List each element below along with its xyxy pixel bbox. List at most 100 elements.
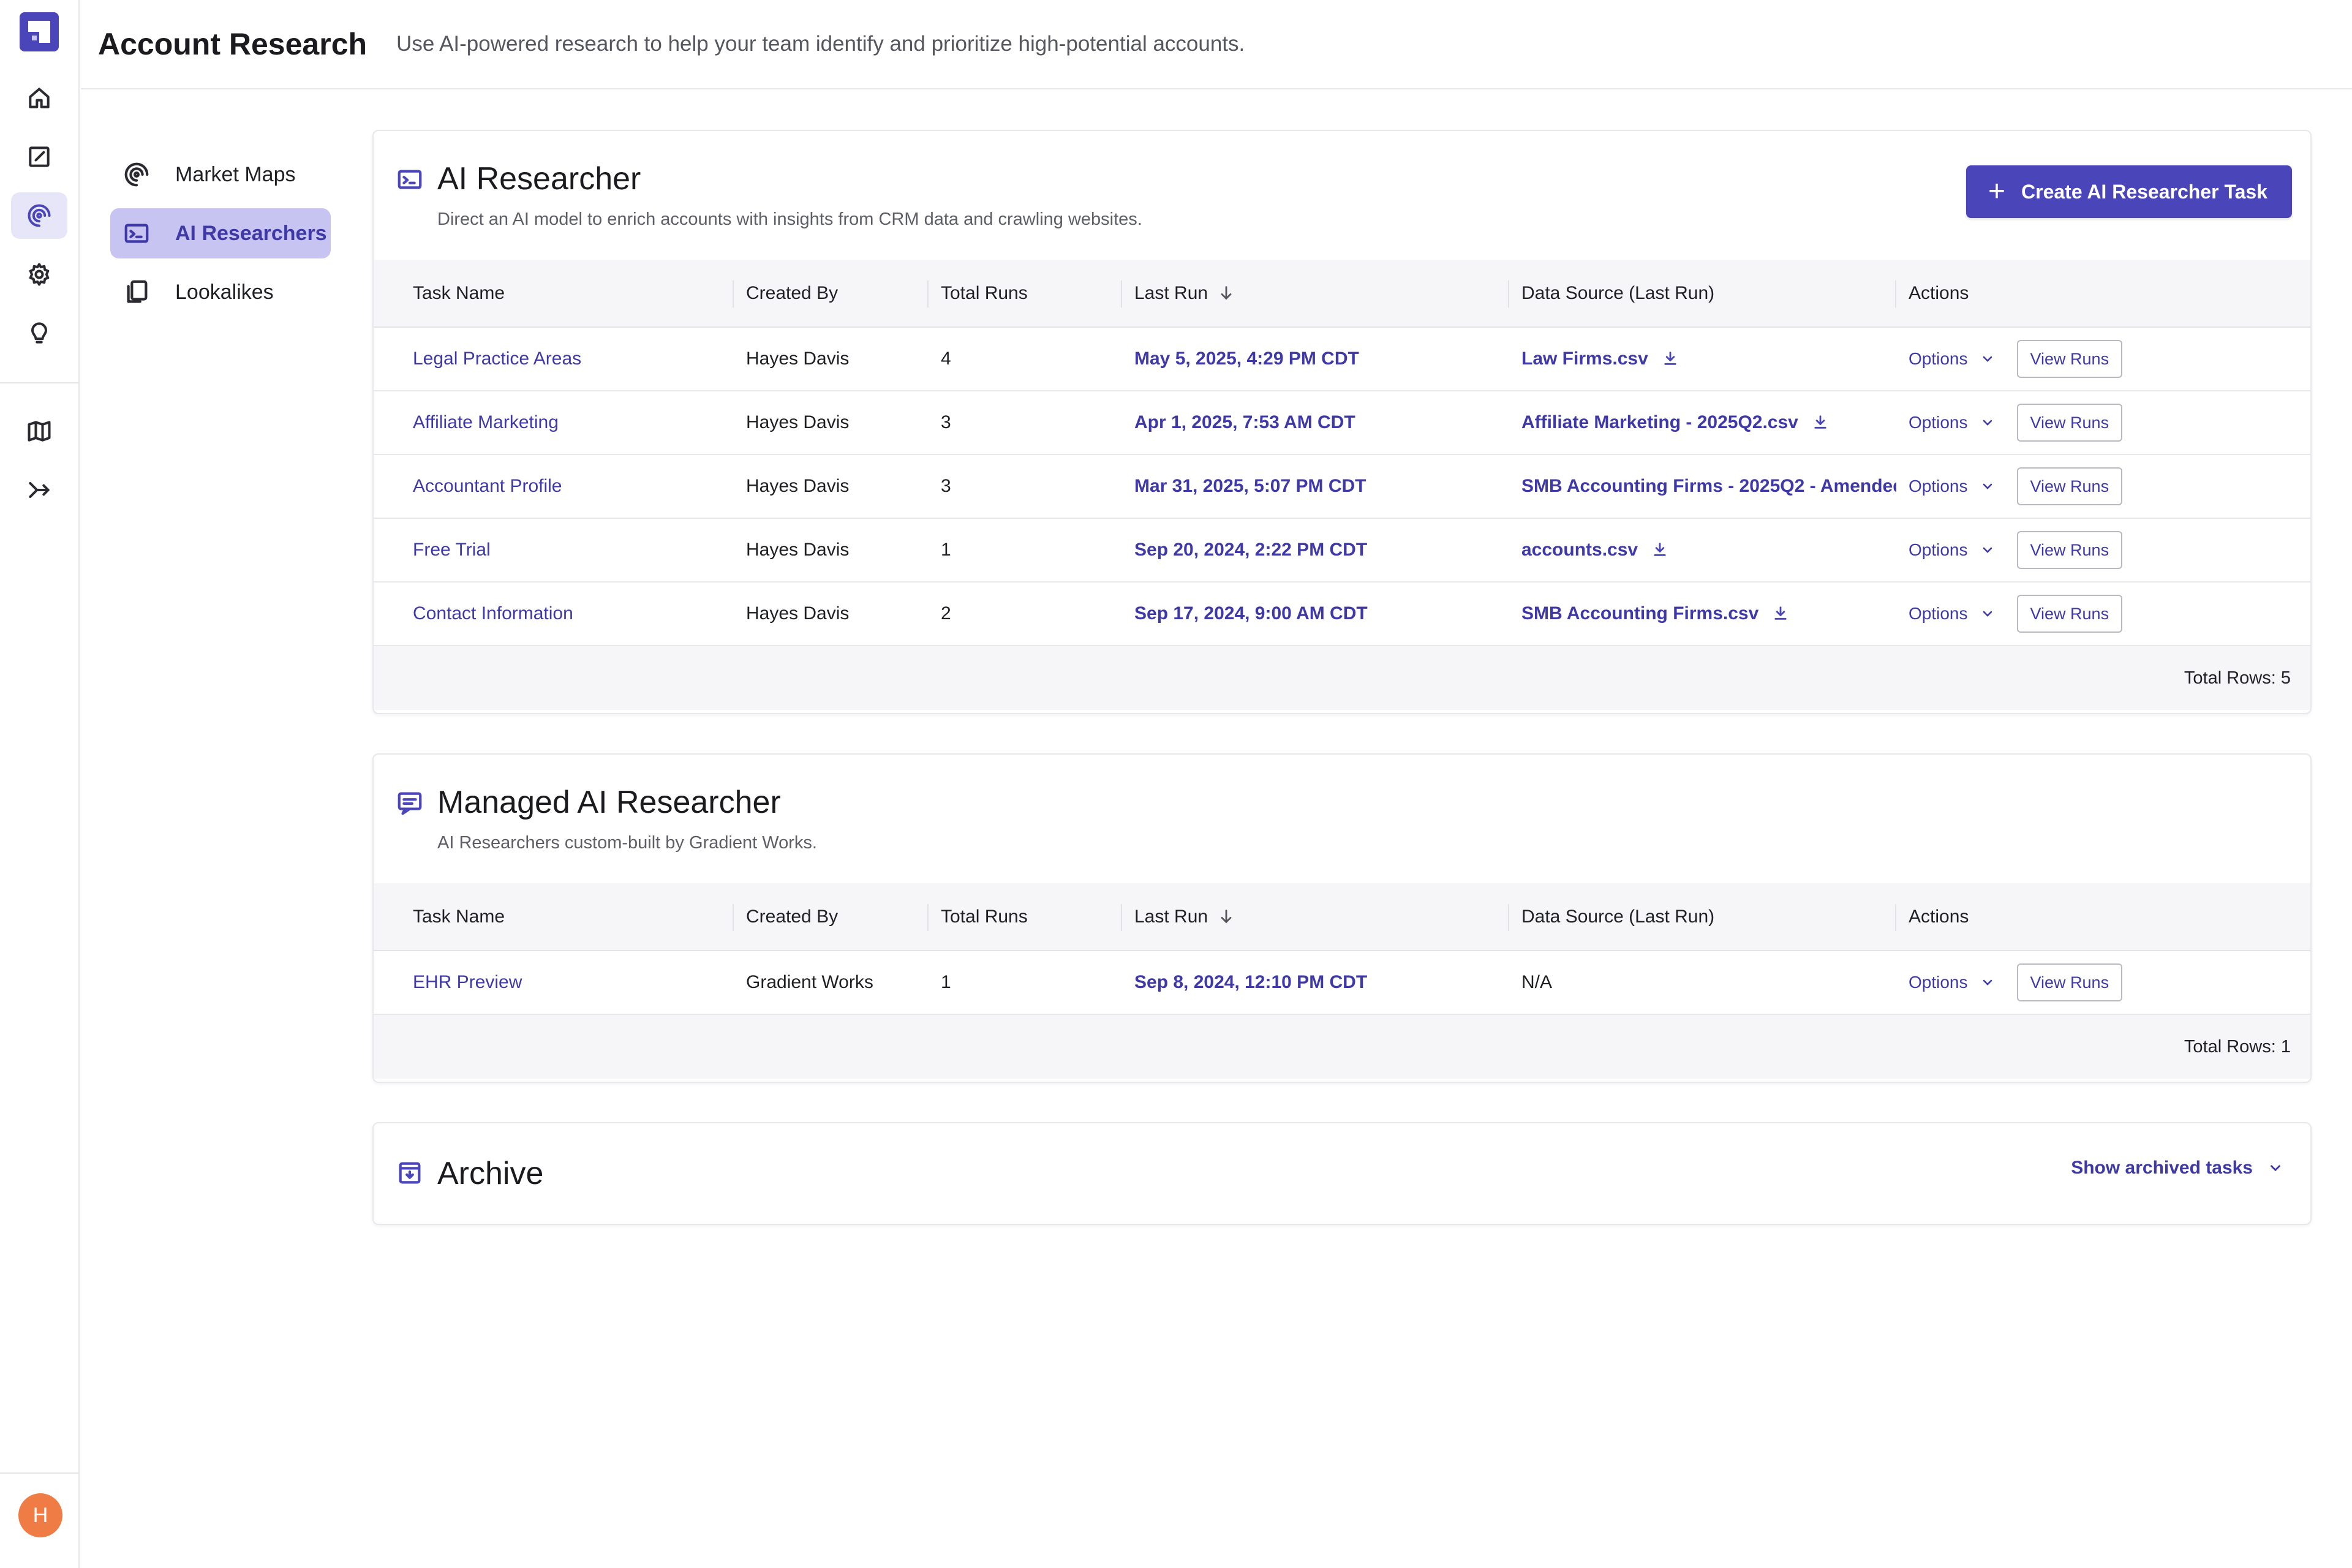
total-runs-cell: 4 <box>929 327 1122 391</box>
options-label: Options <box>1909 603 1968 623</box>
data-source-link[interactable]: accounts.csv <box>1521 540 1638 560</box>
options-dropdown[interactable]: Options <box>1909 540 1995 560</box>
data-source-cell: Affiliate Marketing - 2025Q2.csv <box>1509 391 1896 455</box>
avatar[interactable]: H <box>18 1493 62 1537</box>
download-icon[interactable] <box>1651 541 1668 558</box>
rail-divider-bottom <box>0 1472 80 1474</box>
notepad-icon[interactable] <box>11 134 67 180</box>
view-runs-button[interactable]: View Runs <box>2016 963 2123 1001</box>
lightbulb-icon[interactable] <box>11 310 67 356</box>
view-runs-button[interactable]: View Runs <box>2016 595 2123 633</box>
column-header[interactable]: Data Source (Last Run) <box>1509 883 1896 951</box>
total-runs-cell: 3 <box>929 454 1122 519</box>
view-runs-button[interactable]: View Runs <box>2016 467 2123 505</box>
table-row: Affiliate Marketing Hayes Davis 3 Apr 1, 20… <box>374 391 2310 455</box>
total-runs-cell: 2 <box>929 582 1122 646</box>
total-runs-cell: 1 <box>929 518 1122 582</box>
terminal-icon <box>396 165 424 194</box>
column-header[interactable]: Task Name <box>374 883 734 951</box>
show-archived-toggle[interactable]: Show archived tasks <box>2071 1158 2283 1178</box>
created-by-cell: Hayes Davis <box>734 391 929 455</box>
last-run-link[interactable]: May 5, 2025, 4:29 PM CDT <box>1122 327 1509 391</box>
data-source-link[interactable]: Affiliate Marketing - 2025Q2.csv <box>1521 412 1798 432</box>
page-title: Account Research <box>98 27 368 61</box>
created-by-cell: Hayes Davis <box>734 327 929 391</box>
options-label: Options <box>1909 349 1968 368</box>
view-runs-button[interactable]: View Runs <box>2016 531 2123 569</box>
options-dropdown[interactable]: Options <box>1909 604 1995 624</box>
options-label: Options <box>1909 476 1968 496</box>
sort-down-icon[interactable] <box>1218 284 1235 301</box>
download-icon[interactable] <box>1812 413 1829 431</box>
section-description: Direct an AI model to enrich accounts wi… <box>437 209 1142 229</box>
page-subtitle: Use AI-powered research to help your tea… <box>396 32 1245 56</box>
options-dropdown[interactable]: Options <box>1909 973 1995 992</box>
task-name-link[interactable]: Free Trial <box>374 518 734 582</box>
download-icon[interactable] <box>1772 605 1789 622</box>
view-runs-button[interactable]: View Runs <box>2016 404 2123 442</box>
section-title: AI Researcher <box>437 161 641 197</box>
chevron-down-icon <box>2271 1165 2280 1172</box>
section-title: Archive <box>437 1156 544 1191</box>
task-name-link[interactable]: Accountant Profile <box>374 454 734 519</box>
column-header[interactable]: Created By <box>734 883 929 951</box>
nav-item-label: AI Researchers <box>175 221 327 245</box>
total-rows: Total Rows: 1 <box>374 1015 2310 1079</box>
left-rail: H <box>0 0 80 1568</box>
archive-card: Archive Show archived tasks <box>372 1122 2312 1225</box>
chevron-down-icon <box>1983 420 1992 426</box>
options-label: Options <box>1909 972 1968 992</box>
data-source-link[interactable]: SMB Accounting Firms - 2025Q2 - Amended.… <box>1521 476 1896 496</box>
table-row: Free Trial Hayes Davis 1 Sep 20, 2024, 2:22… <box>374 518 2310 582</box>
section-nav: Market Maps AI Researchers Lookalikes <box>110 149 331 326</box>
last-run-link[interactable]: Sep 20, 2024, 2:22 PM CDT <box>1122 518 1509 582</box>
workflow-icon[interactable] <box>11 467 67 513</box>
tasks-table: Task Name Created By Total Runs Last Run… <box>374 260 2310 646</box>
options-label: Options <box>1909 412 1968 432</box>
last-run-link[interactable]: Sep 8, 2024, 12:10 PM CDT <box>1122 951 1509 1015</box>
options-dropdown[interactable]: Options <box>1909 349 1995 369</box>
options-dropdown[interactable]: Options <box>1909 413 1995 432</box>
actions-cell: Options View Runs <box>1896 391 2310 455</box>
create-task-button[interactable]: + Create AI Researcher Task <box>1966 165 2292 218</box>
task-name-link[interactable]: Legal Practice Areas <box>374 327 734 391</box>
table-row: Legal Practice Areas Hayes Davis 4 May 5, 2… <box>374 327 2310 391</box>
task-name-link[interactable]: EHR Preview <box>374 951 734 1015</box>
task-name-link[interactable]: Affiliate Marketing <box>374 391 734 455</box>
last-run-link[interactable]: Mar 31, 2025, 5:07 PM CDT <box>1122 454 1509 519</box>
task-name-link[interactable]: Contact Information <box>374 582 734 646</box>
column-header[interactable]: Data Source (Last Run) <box>1509 260 1896 328</box>
plus-icon: + <box>1988 175 2005 208</box>
nav-item-market-maps[interactable]: Market Maps <box>110 149 331 200</box>
book-map-icon[interactable] <box>11 408 67 454</box>
nav-item-ai-researchers[interactable]: AI Researchers <box>110 208 331 258</box>
download-icon[interactable] <box>1662 350 1679 367</box>
created-by-cell: Hayes Davis <box>734 518 929 582</box>
sort-down-icon[interactable] <box>1218 908 1235 925</box>
column-header[interactable]: Task Name <box>374 260 734 328</box>
column-header[interactable]: Total Runs <box>929 883 1122 951</box>
column-header-sorted[interactable]: Last Run <box>1122 883 1509 951</box>
home-icon[interactable] <box>11 75 67 121</box>
column-header[interactable]: Created By <box>734 260 929 328</box>
managed-tasks-table: Task Name Created By Total Runs Last Run… <box>374 883 2310 1015</box>
rail-divider <box>0 382 80 383</box>
radar-icon[interactable] <box>11 192 67 239</box>
options-dropdown[interactable]: Options <box>1909 477 1995 496</box>
column-header[interactable]: Total Runs <box>929 260 1122 328</box>
column-header-sorted[interactable]: Last Run <box>1122 260 1509 328</box>
nav-item-lookalikes[interactable]: Lookalikes <box>110 267 331 317</box>
data-source-link[interactable]: SMB Accounting Firms.csv <box>1521 603 1758 624</box>
last-run-link[interactable]: Sep 17, 2024, 9:00 AM CDT <box>1122 582 1509 646</box>
data-source-link[interactable]: Law Firms.csv <box>1521 349 1648 369</box>
nav-item-label: Lookalikes <box>175 280 274 304</box>
options-label: Options <box>1909 540 1968 559</box>
chat-icon <box>396 789 424 817</box>
actions-cell: Options View Runs <box>1896 454 2310 519</box>
copy-icon <box>127 280 148 303</box>
view-runs-button[interactable]: View Runs <box>2016 340 2123 378</box>
gear-icon[interactable] <box>11 251 67 298</box>
chevron-down-icon <box>1983 483 1992 489</box>
last-run-link[interactable]: Apr 1, 2025, 7:53 AM CDT <box>1122 391 1509 455</box>
app-logo[interactable] <box>20 12 59 51</box>
